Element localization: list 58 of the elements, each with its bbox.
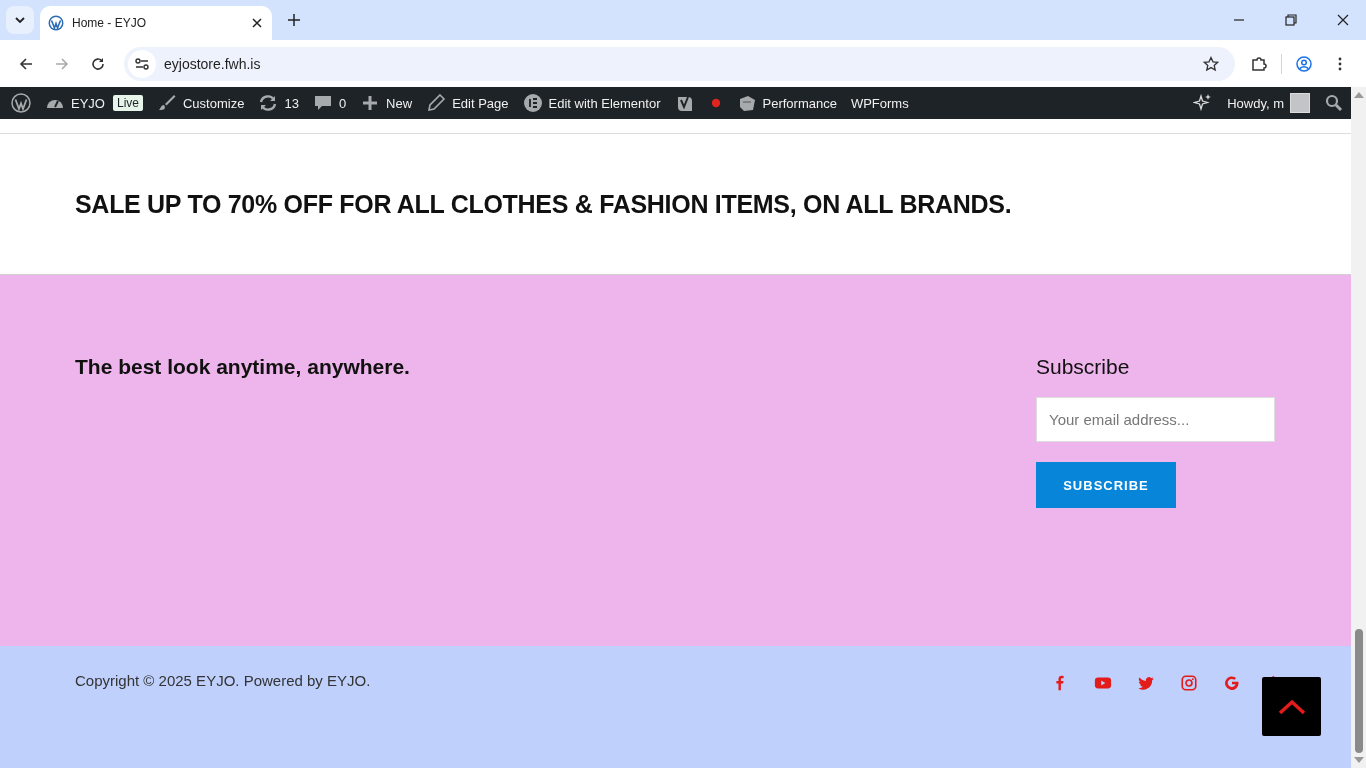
sale-heading: SALE UP TO 70% OFF FOR ALL CLOTHES & FASHION ITEMS, ON ALL BRANDS. xyxy=(75,189,1012,219)
star-icon[interactable] xyxy=(1203,55,1219,72)
avatar-icon xyxy=(1290,93,1310,113)
twitter-icon[interactable] xyxy=(1137,674,1155,692)
reload-icon[interactable] xyxy=(90,55,106,72)
paintbrush-icon xyxy=(157,93,177,113)
browser-tab[interactable]: Home - EYJO xyxy=(40,6,272,40)
admin-menu-item[interactable]: Performance xyxy=(729,87,844,119)
new-tab-icon[interactable] xyxy=(288,14,300,26)
close-icon[interactable] xyxy=(1337,14,1349,26)
email-field[interactable]: Your email address... xyxy=(1036,397,1275,442)
refresh-icon xyxy=(258,93,279,113)
admin-menu-item[interactable]: EYJO Live xyxy=(38,87,150,119)
profile-icon[interactable] xyxy=(1296,55,1312,72)
admin-menu-item[interactable]: 0 xyxy=(305,87,354,119)
menu-label: Customize xyxy=(183,95,245,111)
wordpress-icon xyxy=(11,93,31,113)
menu-label: 0 xyxy=(338,95,347,111)
tab-title: Home - EYJO xyxy=(72,16,147,30)
chevron-down-icon xyxy=(14,14,26,26)
menu-label: Edit with Elementor xyxy=(548,95,661,111)
speech-bubble-icon xyxy=(312,93,333,113)
menu-label: New xyxy=(386,95,413,111)
admin-menu-item[interactable]: Edit with Elementor xyxy=(515,87,668,119)
back-to-top-button[interactable] xyxy=(1262,677,1321,736)
scrollbar[interactable] xyxy=(1351,87,1366,768)
puzzle-icon[interactable] xyxy=(1251,55,1267,72)
admin-menu-item[interactable]: WPForms xyxy=(843,87,916,119)
site-settings-icon[interactable] xyxy=(128,49,156,78)
account-menu[interactable]: Howdy, m xyxy=(1220,87,1317,119)
instagram-icon[interactable] xyxy=(1180,674,1198,692)
menu-label: Edit Page xyxy=(452,95,509,111)
admin-menu-item[interactable]: New xyxy=(353,87,420,119)
tab-search-button[interactable] xyxy=(6,6,34,34)
subscribe-heading: Subscribe xyxy=(1036,355,1130,379)
menu-label: EYJO xyxy=(71,95,105,111)
chevron-up-icon xyxy=(1277,698,1306,715)
menu-label: WPForms xyxy=(850,95,909,111)
restore-icon[interactable] xyxy=(1285,14,1297,26)
copyright-text: Copyright © 2025 EYJO. Powered by EYJO. xyxy=(75,672,372,689)
pencil-icon xyxy=(426,93,447,113)
admin-menu-item[interactable]: Edit Page xyxy=(419,87,516,119)
admin-menu-item[interactable]: Customize xyxy=(150,87,252,119)
tagline: The best look anytime, anywhere. xyxy=(75,355,411,380)
admin-menu-item[interactable]: 13 xyxy=(251,87,306,119)
wordpress-icon xyxy=(48,15,64,31)
elementor-icon xyxy=(522,93,543,113)
greeting-text: Howdy, m xyxy=(1227,95,1284,111)
live-badge: Live xyxy=(112,95,143,111)
subscribe-button[interactable]: SUBSCRIBE xyxy=(1036,462,1176,508)
url-text: eyjostore.fwh.is xyxy=(164,55,261,72)
search-icon xyxy=(1324,93,1344,113)
menu-label: 13 xyxy=(284,95,299,111)
google-icon[interactable] xyxy=(1223,674,1241,692)
menu-label: Performance xyxy=(762,95,837,111)
address-bar[interactable]: eyjostore.fwh.is xyxy=(124,46,1235,81)
back-icon[interactable] xyxy=(18,55,34,72)
close-icon[interactable] xyxy=(252,18,262,28)
